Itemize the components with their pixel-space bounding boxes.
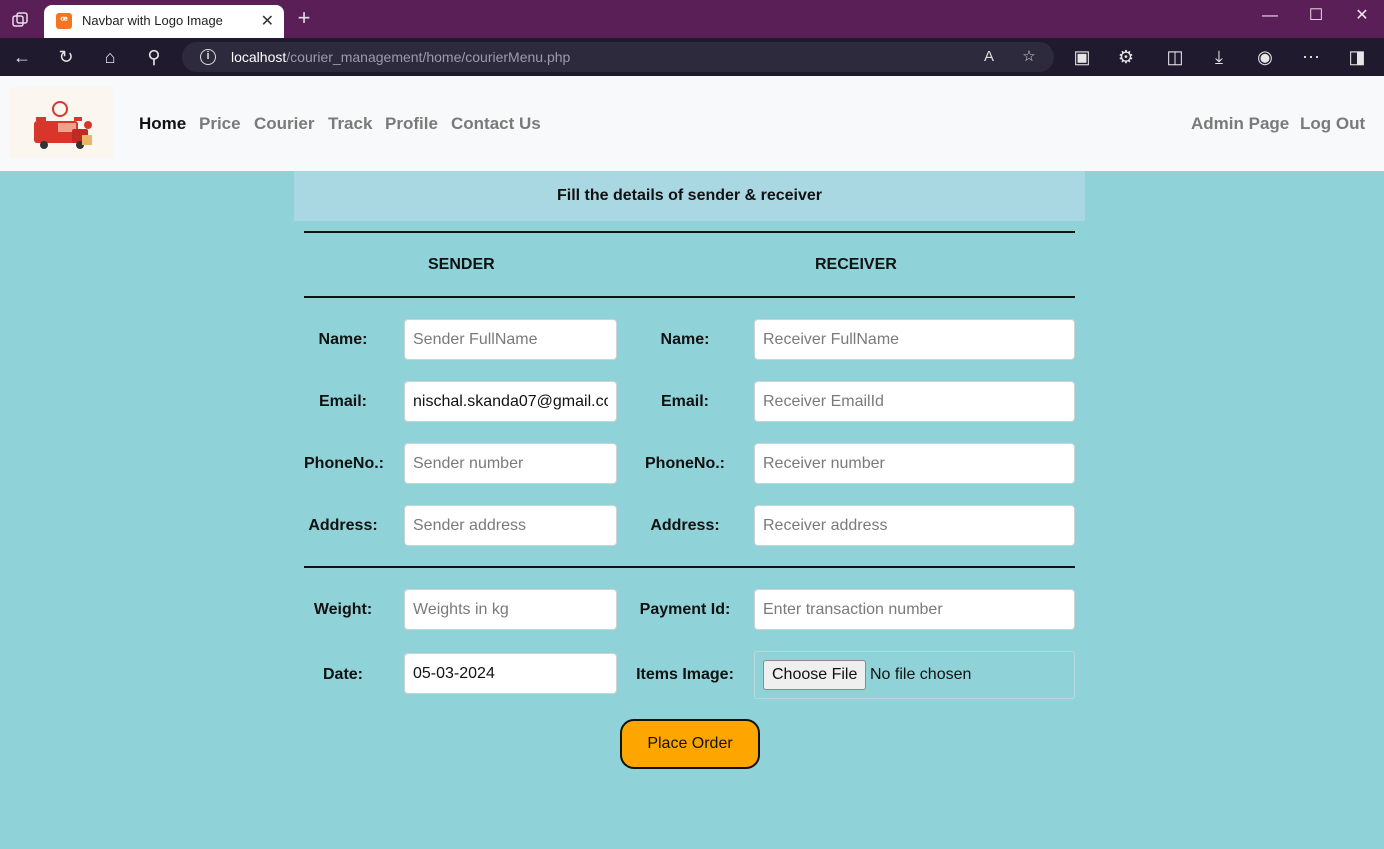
nav-admin-link[interactable]: Admin Page <box>1191 114 1289 134</box>
new-tab-icon[interactable]: + <box>292 6 316 30</box>
receiver-phone-input[interactable] <box>754 443 1075 484</box>
receiver-phone-label: PhoneNo.: <box>645 455 725 472</box>
browser-tab-bar: ꟹ Navbar with Logo Image ✕ + — ☐ ✕ <box>0 0 1384 38</box>
address-bar[interactable]: i localhost/courier_management/home/cour… <box>182 42 1054 72</box>
home-icon[interactable]: ⌂ <box>97 44 123 70</box>
sender-address-label: Address: <box>308 517 378 534</box>
nav-price-link[interactable]: Price <box>199 114 241 134</box>
minimize-icon[interactable]: — <box>1258 4 1282 28</box>
extension-app-icon[interactable]: ▣ <box>1069 44 1095 70</box>
weight-label: Weight: <box>313 601 373 618</box>
browser-toolbar: ← ↻ ⌂ ⚲ i localhost/courier_management/h… <box>0 38 1384 76</box>
search-icon[interactable]: ⚲ <box>141 44 167 70</box>
maximize-icon[interactable]: ☐ <box>1304 4 1328 28</box>
tab-title: Navbar with Logo Image <box>82 13 223 28</box>
receiver-name-label: Name: <box>660 331 710 348</box>
receiver-email-input[interactable] <box>754 381 1075 422</box>
sender-name-label: Name: <box>318 331 368 348</box>
nav-courier-link[interactable]: Courier <box>254 114 314 134</box>
sidebar-toggle-icon[interactable]: ◨ <box>1344 44 1370 70</box>
split-screen-icon[interactable]: ◫ <box>1162 44 1188 70</box>
sender-heading: SENDER <box>428 256 495 273</box>
weight-input[interactable] <box>404 589 617 630</box>
nav-contact-link[interactable]: Contact Us <box>451 114 541 134</box>
payment-id-input[interactable] <box>754 589 1075 630</box>
sender-phone-label: PhoneNo.: <box>304 455 384 472</box>
receiver-address-input[interactable] <box>754 505 1075 546</box>
favorite-star-icon[interactable]: ☆ <box>1018 46 1040 68</box>
choose-file-button[interactable]: Choose File <box>763 660 867 690</box>
extensions-icon[interactable]: ⚙ <box>1113 44 1139 70</box>
downloads-icon[interactable]: ⤓ <box>1206 44 1232 70</box>
form-header: Fill the details of sender & receiver <box>294 171 1085 221</box>
sender-address-input[interactable] <box>404 505 617 546</box>
close-tab-icon[interactable]: ✕ <box>261 11 274 31</box>
sender-email-input[interactable] <box>404 381 617 422</box>
place-order-button[interactable]: Place Order <box>620 719 760 769</box>
file-status-text: No file chosen <box>870 666 972 683</box>
items-image-file-input: Choose File No file chosen <box>754 651 1075 699</box>
back-icon[interactable]: ← <box>9 44 35 70</box>
nav-logout-link[interactable]: Log Out <box>1300 114 1365 134</box>
nav-home-link[interactable]: Home <box>139 114 186 134</box>
receiver-address-label: Address: <box>650 517 720 534</box>
refresh-icon[interactable]: ↻ <box>53 44 79 70</box>
receiver-heading: RECEIVER <box>815 256 897 273</box>
read-aloud-icon[interactable]: A <box>978 46 1000 68</box>
browser-tab[interactable]: ꟹ Navbar with Logo Image ✕ <box>44 5 284 38</box>
site-navbar: Home Price Courier Track Profile Contact… <box>0 76 1384 171</box>
payment-id-label: Payment Id: <box>639 601 731 618</box>
receiver-name-input[interactable] <box>754 319 1075 360</box>
sender-phone-input[interactable] <box>404 443 617 484</box>
divider <box>304 231 1075 233</box>
divider <box>304 296 1075 298</box>
form-title: Fill the details of sender & receiver <box>557 187 822 204</box>
receiver-email-label: Email: <box>660 393 709 410</box>
workspaces-icon[interactable] <box>10 10 30 30</box>
sender-name-input[interactable] <box>404 319 617 360</box>
sender-email-label: Email: <box>318 393 367 410</box>
xampp-favicon-icon: ꟹ <box>56 13 72 29</box>
nav-track-link[interactable]: Track <box>328 114 372 134</box>
date-label: Date: <box>322 666 363 683</box>
nav-profile-link[interactable]: Profile <box>385 114 438 134</box>
info-icon[interactable]: i <box>200 49 216 65</box>
date-input[interactable] <box>404 653 617 694</box>
url-text[interactable]: localhost/courier_management/home/courie… <box>231 49 570 65</box>
close-window-icon[interactable]: ✕ <box>1350 4 1374 28</box>
courier-logo-image[interactable] <box>10 87 114 158</box>
more-menu-icon[interactable]: ⋯ <box>1298 44 1324 70</box>
profile-avatar-icon[interactable]: ◉ <box>1252 44 1278 70</box>
items-image-label: Items Image: <box>636 666 734 683</box>
divider <box>304 566 1075 568</box>
